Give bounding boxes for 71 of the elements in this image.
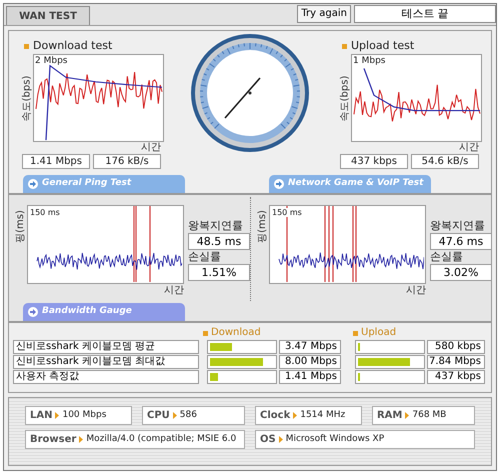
reading-field: 8.00 Mbps [279,355,341,369]
info-label: RAM [376,409,402,423]
info-value: Microsoft Windows XP [286,432,384,446]
arrow-icon [28,307,38,317]
section-tab[interactable]: Network Game & VoIP Test [269,175,431,193]
loss-label: 손실률 [430,250,464,264]
row-label: 신비로sshark 케이블모뎀 평균 [13,340,199,354]
reading-field: 3.47 Mbps [279,340,341,354]
loss-field: 1.51% [188,264,250,281]
reading-field: 1.41 Mbps [22,154,90,169]
reading-field: 437 kbps [340,154,408,169]
info-value: Mozilla/4.0 (compatible; MSIE 6.0 [86,432,236,446]
info-value: 1514 MHz [300,408,346,422]
bullet-icon [342,44,347,48]
section-tab-label: General Ping Test [42,177,132,190]
caret-icon [55,412,60,419]
bullet-icon [353,330,358,336]
scale-label: 150 ms [30,208,60,217]
bullet-icon [203,330,208,336]
reading-field: 1.41 Mbps [279,370,341,384]
scale-label: 1 Mbps [353,56,386,66]
axis-label: 핑(ms) [256,210,268,243]
column-label: Download [211,327,262,339]
info-label: Browser [30,433,76,447]
scale-label: 2 Mbps [35,56,68,66]
axis-label: 핑(ms) [14,210,26,243]
latency-field: 48.5 ms [188,233,250,250]
section-tab[interactable]: Bandwidth Gauge [23,303,185,321]
info-value: 100 Mbps [62,408,106,422]
loss-field: 3.02% [430,264,492,281]
reading-field: 176 kB/s [93,154,161,169]
section-tab[interactable]: General Ping Test [23,175,185,193]
latency-field: 47.6 ms [430,233,492,250]
caret-icon [278,436,283,443]
reading-field: 7.84 Mbps [427,355,485,369]
caret-icon [172,412,177,419]
row-label: 신비로sshark 케이블모뎀 최대값 [13,355,199,369]
bullet-icon [24,44,29,48]
axis-label: 시간 [406,284,426,298]
info-label: CPU [146,409,170,423]
caret-icon [79,436,84,443]
scale-label: 150 ms [272,208,302,217]
section-tab-label: Bandwidth Gauge [42,305,132,318]
axis-label: 시간 [164,284,184,298]
latency-label: 왕복지연률 [188,219,244,233]
graph-title: Upload test [351,39,414,53]
row-label: 사용자 측정값 [13,370,199,384]
reading-field: 54.6 kB/s [411,154,479,169]
column-label: Upload [361,327,396,339]
reading-field: 580 kbps [427,340,485,354]
info-value: 768 MB [412,408,446,422]
status-field: 테스트 끝 [354,5,496,23]
arrow-icon [28,179,38,189]
tab[interactable]: WAN TEST [6,6,90,25]
latency-label: 왕복지연률 [430,219,486,233]
try-again-button[interactable]: Try again [297,5,351,23]
axis-label: 시간 [141,142,161,154]
reading-field: 437 kbps [427,370,485,384]
loss-label: 손실률 [188,250,222,264]
caret-icon [405,412,410,419]
section-tab-label: Network Game & VoIP Test [288,177,424,190]
info-label: Clock [260,409,290,423]
axis-label: 속도(bps) [20,75,34,121]
axis-label: 시간 [459,142,479,154]
axis-label: 속도(bps) [338,75,352,121]
info-label: LAN [30,409,52,423]
caret-icon [293,412,298,419]
info-label: OS [260,433,276,447]
info-value: 586 [180,408,197,422]
graph-title: Download test [33,39,112,53]
arrow-icon [274,179,284,189]
